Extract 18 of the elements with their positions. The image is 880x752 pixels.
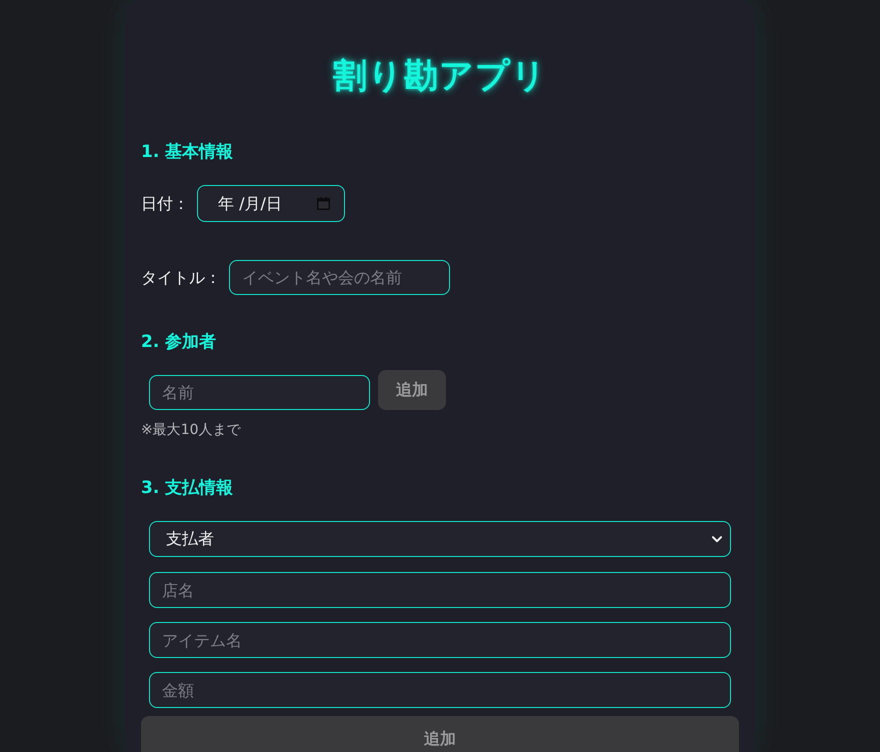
calendar-icon xyxy=(317,197,330,210)
section-heading: 2. 参加者 xyxy=(141,331,218,354)
shop-name-field[interactable]: 店名 xyxy=(149,572,731,608)
add-participant-button[interactable]: 追加 xyxy=(378,370,446,410)
date-field[interactable]: 年 /月/日 xyxy=(197,185,345,222)
title-label: タイトル： xyxy=(141,266,221,288)
limit-note: ※最大10人まで xyxy=(141,421,242,440)
amount-field[interactable]: 金額 xyxy=(149,672,731,708)
chevron-down-icon xyxy=(712,536,722,542)
item-name-field[interactable]: アイテム名 xyxy=(149,622,731,658)
title-input-field[interactable]: イベント名や会の名前 xyxy=(229,260,450,295)
payer-select[interactable]: 支払者 xyxy=(149,521,731,557)
app-title: 割り勘アプリ xyxy=(332,56,548,96)
add-payment-button[interactable]: 追加 xyxy=(141,716,739,752)
section-heading: 1. 基本情報 xyxy=(141,141,234,164)
section-heading: 3. 支払情報 xyxy=(141,477,234,500)
date-label: 日付： xyxy=(141,192,189,214)
name-input-field[interactable]: 名前 xyxy=(149,375,370,410)
